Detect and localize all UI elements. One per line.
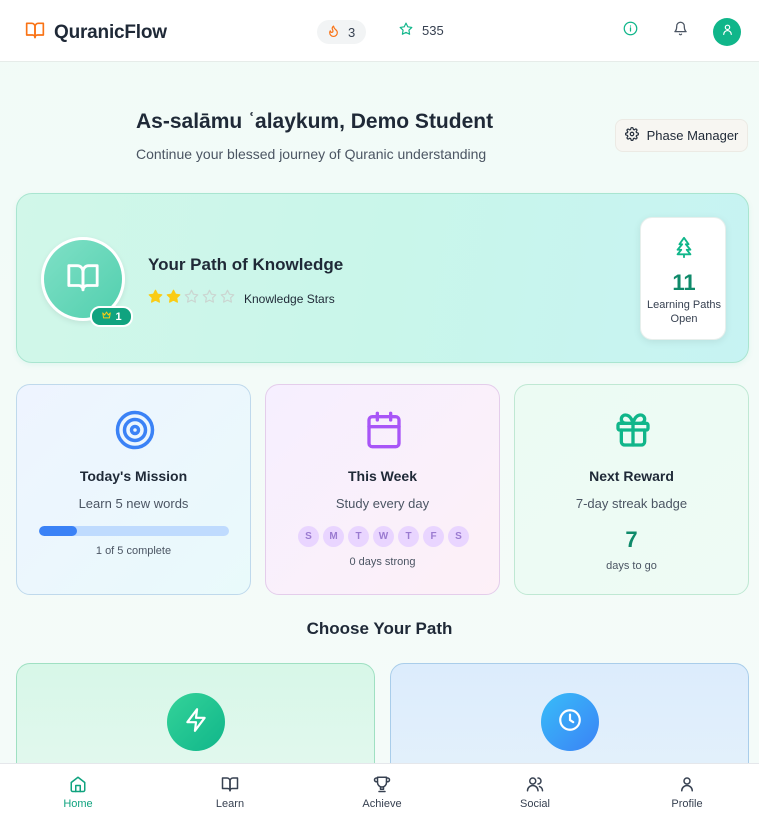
knowledge-path-card: 1 Your Path of Knowledge Knowledge Stars… — [16, 193, 749, 363]
open-book-icon — [65, 260, 101, 299]
trophy-icon — [372, 774, 392, 794]
todays-mission-card[interactable]: Today's Mission Learn 5 new words 1 of 5… — [16, 384, 251, 595]
phase-manager-button[interactable]: Phase Manager — [615, 119, 748, 152]
reward-title: Next Reward — [589, 468, 674, 484]
choose-path-title: Choose Your Path — [306, 619, 453, 638]
star-points-count: 535 — [422, 23, 444, 38]
bottom-navigation: Home Learn Achieve Social Profile — [0, 763, 759, 817]
book-icon — [220, 774, 240, 794]
nav-achieve[interactable]: Achieve — [332, 764, 432, 817]
day-dot: F — [423, 526, 444, 547]
nav-home[interactable]: Home — [28, 764, 128, 817]
reward-subtitle: 7-day streak badge — [575, 496, 688, 511]
week-title: This Week — [348, 468, 417, 484]
notifications-button[interactable] — [671, 21, 689, 41]
mission-progress-fill — [39, 526, 77, 536]
day-dot: M — [323, 526, 344, 547]
star-outline-icon — [399, 22, 413, 39]
star-filled-icon — [148, 289, 163, 309]
users-icon — [525, 774, 545, 794]
user-icon — [721, 23, 734, 41]
learning-paths-box: 11 Learning Paths Open — [640, 217, 726, 340]
streak-count: 3 — [348, 24, 356, 40]
star-filled-icon — [166, 289, 181, 309]
day-dot: T — [398, 526, 419, 547]
week-subtitle: Study every day — [335, 496, 430, 511]
brand[interactable]: QuranicFlow — [24, 20, 167, 45]
mission-progress-bar — [39, 526, 229, 536]
day-dot: S — [448, 526, 469, 547]
learning-paths-count: 11 — [672, 270, 696, 295]
app-name: QuranicFlow — [54, 21, 167, 43]
stars-label: Knowledge Stars — [244, 292, 335, 306]
mission-title: Today's Mission — [79, 468, 188, 484]
level-number: 1 — [115, 310, 122, 323]
level-badge: 1 — [90, 306, 133, 327]
day-dot: W — [373, 526, 394, 547]
knowledge-stars: Knowledge Stars — [148, 289, 335, 309]
open-book-icon — [24, 20, 46, 45]
star-empty-icon — [220, 289, 235, 309]
target-icon — [114, 409, 156, 451]
lightning-icon — [183, 707, 209, 738]
timed-path-avatar — [541, 693, 599, 751]
nav-learn-label: Learn — [215, 798, 245, 810]
tree-icon — [673, 235, 695, 264]
greeting-subtitle: Continue your blessed journey of Quranic… — [136, 146, 487, 162]
this-week-card[interactable]: This Week Study every day S M T W T F S … — [265, 384, 500, 595]
next-reward-card[interactable]: Next Reward 7-day streak badge 7 days to… — [514, 384, 749, 595]
week-caption: 0 days strong — [349, 556, 416, 568]
nav-profile-label: Profile — [671, 798, 703, 810]
streak-counter[interactable]: 3 — [317, 20, 367, 44]
learning-paths-label: Learning Paths Open — [647, 299, 721, 325]
calendar-icon — [363, 409, 405, 451]
nav-social-label: Social — [520, 798, 550, 810]
info-button[interactable] — [621, 21, 639, 41]
user-avatar-button[interactable] — [713, 18, 741, 46]
clock-icon — [557, 707, 583, 738]
info-icon — [623, 21, 638, 41]
day-dot: T — [348, 526, 369, 547]
knowledge-title: Your Path of Knowledge — [148, 255, 344, 274]
user-icon — [677, 774, 697, 794]
gift-icon — [612, 409, 654, 451]
home-icon — [68, 774, 88, 794]
flame-icon — [327, 24, 340, 41]
crown-icon — [101, 310, 112, 323]
star-empty-icon — [184, 289, 199, 309]
nav-learn[interactable]: Learn — [180, 764, 280, 817]
nav-profile[interactable]: Profile — [637, 764, 737, 817]
mission-subtitle: Learn 5 new words — [78, 496, 189, 511]
day-dot: S — [298, 526, 319, 547]
bell-icon — [673, 21, 688, 41]
nav-social[interactable]: Social — [485, 764, 585, 817]
phase-manager-label: Phase Manager — [646, 128, 739, 143]
gear-icon — [624, 127, 639, 144]
star-points[interactable]: 535 — [399, 22, 444, 39]
star-empty-icon — [202, 289, 217, 309]
reward-days-left: 7 — [625, 527, 638, 552]
reward-caption: days to go — [606, 560, 657, 572]
nav-home-label: Home — [63, 798, 93, 810]
greeting-title: As-salāmu ʿalaykum, Demo Student — [136, 110, 494, 133]
mission-caption: 1 of 5 complete — [95, 545, 172, 557]
top-bar: QuranicFlow 3 535 — [0, 0, 759, 62]
week-days-row: S M T W T F S — [296, 526, 471, 547]
nav-achieve-label: Achieve — [362, 798, 402, 810]
quick-path-avatar — [167, 693, 225, 751]
